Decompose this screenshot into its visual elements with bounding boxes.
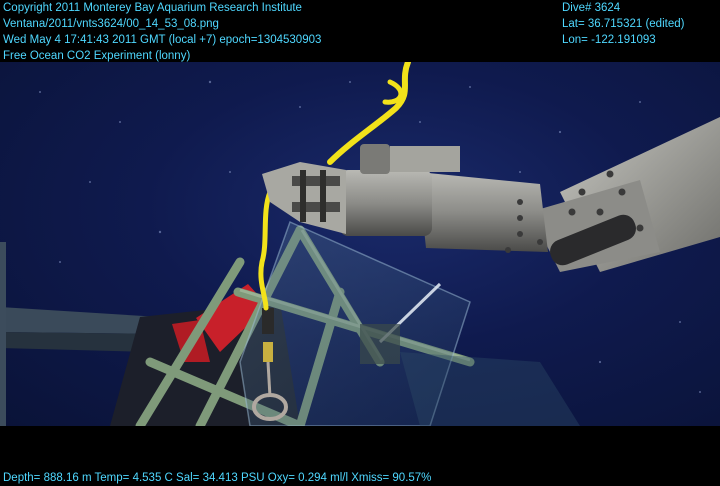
left-pole bbox=[0, 242, 6, 426]
experiment-name-text: Free Ocean CO2 Experiment (lonny) bbox=[3, 50, 191, 62]
copyright-text: Copyright 2011 Monterey Bay Aquarium Res… bbox=[3, 2, 302, 14]
longitude-text: Lon= -122.191093 bbox=[562, 34, 656, 46]
sensor-readout-text: Depth= 888.16 m Temp= 4.535 C Sal= 34.41… bbox=[3, 472, 432, 484]
dive-number-text: Dive# 3624 bbox=[562, 2, 621, 14]
sensor-readout: Depth= 888.16 m Temp= 4.535 C Sal= 34.41… bbox=[3, 470, 431, 486]
scene-illustration bbox=[0, 62, 720, 426]
latitude-text: Lat= 36.715321 (edited) bbox=[562, 18, 685, 30]
underwater-scene bbox=[0, 62, 720, 426]
video-frame: Copyright 2011 Monterey Bay Aquarium Res… bbox=[0, 0, 720, 486]
clear-panel bbox=[239, 220, 580, 426]
timestamp-text: Wed May 4 17:41:43 2011 GMT (local +7) e… bbox=[3, 34, 322, 46]
top-left-overlay: Copyright 2011 Monterey Bay Aquarium Res… bbox=[3, 0, 321, 64]
image-path-text: Ventana/2011/vnts3624/00_14_53_08.png bbox=[3, 18, 219, 30]
top-right-overlay: Dive# 3624 Lat= 36.715321 (edited) Lon= … bbox=[562, 0, 684, 48]
